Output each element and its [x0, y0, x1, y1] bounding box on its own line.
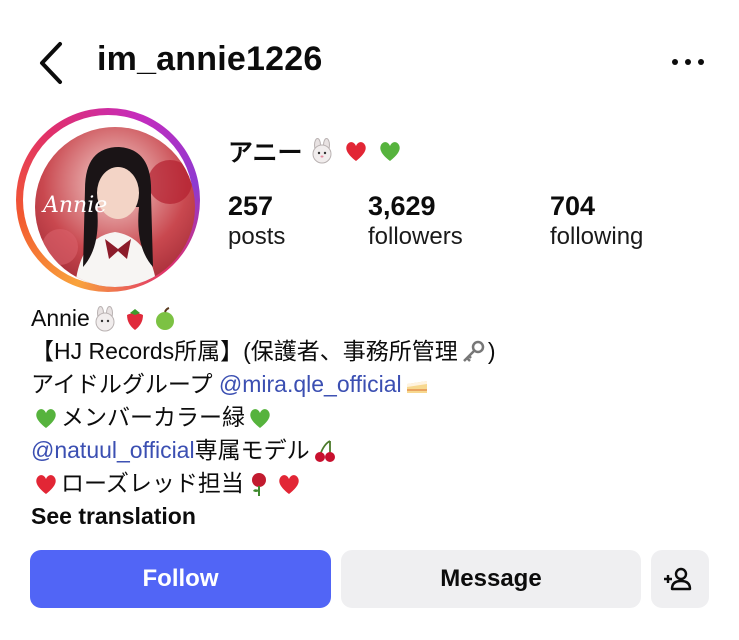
green-heart-icon	[250, 408, 270, 428]
profile-header: im_annie1226	[0, 0, 739, 125]
bio-line-group: アイドルグループ @mira.qle_official	[31, 368, 495, 401]
red-heart-icon	[36, 474, 56, 494]
svg-text:Annie: Annie	[41, 193, 107, 218]
green-heart-icon	[379, 142, 400, 161]
mention-link[interactable]: @mira.qle_official	[219, 368, 402, 401]
username-title: im_annie1226	[97, 40, 323, 78]
story-ring[interactable]: Annie	[16, 108, 200, 292]
key-icon	[462, 340, 485, 362]
follow-button[interactable]: Follow	[30, 550, 331, 608]
rose-icon	[251, 472, 266, 496]
stat-label: following	[550, 223, 644, 250]
bio-line-model: @natuul_official 専属モデル	[31, 434, 495, 467]
stat-followers[interactable]: 3,629 followers	[368, 190, 463, 252]
avatar-illustration: Annie	[41, 147, 192, 287]
stat-value: 3,629	[368, 191, 436, 221]
cherries-icon	[314, 439, 335, 462]
stat-following[interactable]: 704 following	[550, 190, 643, 252]
bio-line-name: Annie	[31, 302, 495, 335]
message-button[interactable]: Message	[341, 550, 641, 608]
suggested-accounts-button[interactable]	[651, 550, 709, 608]
bio-line-color: メンバーカラー緑	[31, 401, 495, 434]
green-apple-icon	[155, 306, 174, 330]
red-heart-icon	[345, 142, 366, 161]
cake-icon	[406, 380, 427, 393]
display-name-text: アニー	[228, 139, 303, 167]
bio-line-rose: ローズレッド担当	[31, 467, 495, 500]
stat-value: 704	[550, 191, 596, 221]
bio: Annie 【HJ Records所属】(保護者、事務所管理 ) アイドルグルー…	[31, 302, 495, 533]
see-translation-link[interactable]: See translation	[31, 500, 495, 533]
stat-label: followers	[368, 223, 463, 250]
stat-posts[interactable]: 257 posts	[228, 190, 285, 252]
mention-link[interactable]: @natuul_official	[31, 434, 195, 467]
stat-value: 257	[228, 191, 274, 221]
avatar: Annie	[35, 127, 195, 287]
strawberry-icon	[126, 308, 143, 330]
stat-label: posts	[228, 223, 286, 250]
rabbit-face-icon	[95, 305, 115, 331]
more-options-icon[interactable]	[668, 48, 708, 78]
bio-line-agency: 【HJ Records所属】(保護者、事務所管理 )	[31, 338, 496, 364]
display-name: アニー	[228, 133, 405, 169]
red-heart-icon	[279, 474, 299, 494]
back-icon[interactable]	[34, 40, 70, 86]
rabbit-face-icon	[312, 138, 332, 164]
add-person-icon	[664, 567, 692, 591]
green-heart-icon	[36, 408, 56, 428]
